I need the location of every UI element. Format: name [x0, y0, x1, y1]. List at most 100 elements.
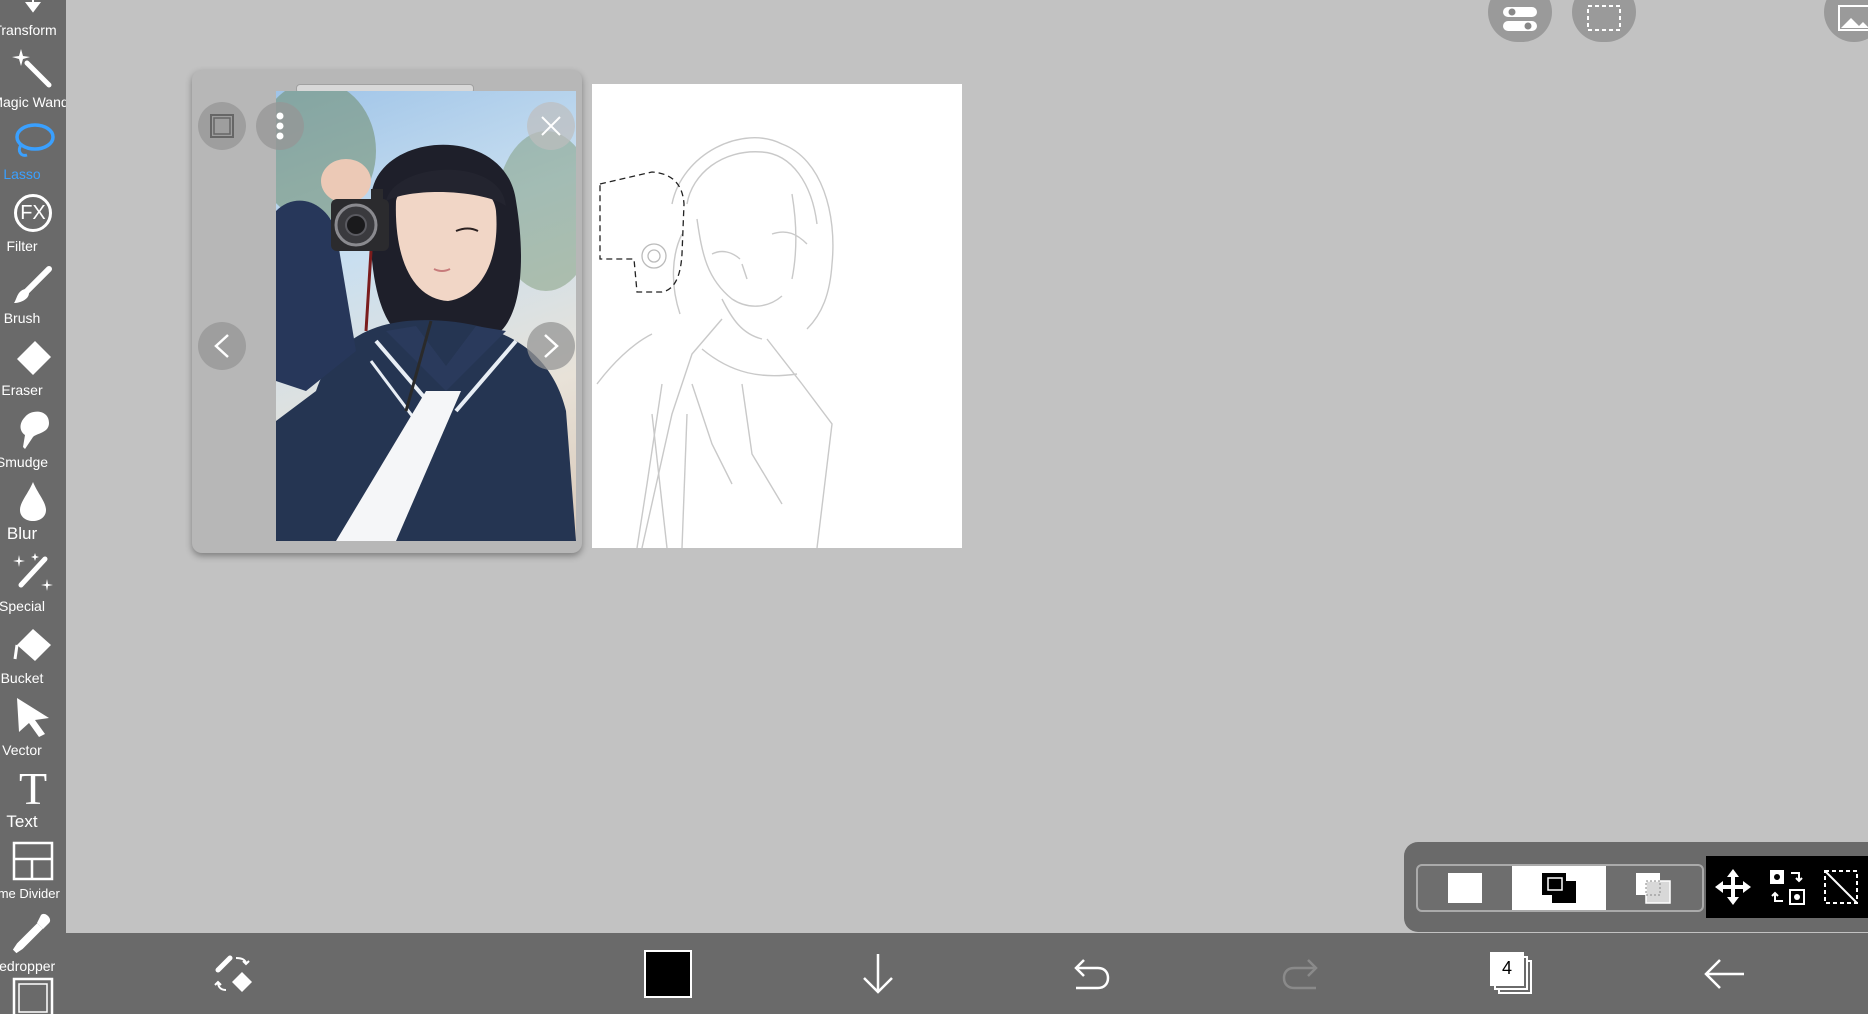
next-image-button[interactable] [527, 322, 575, 370]
toggle-icon [1503, 7, 1537, 31]
tool-magic-wand[interactable]: Magic Wand [0, 38, 66, 110]
brush-icon [9, 262, 57, 308]
back-arrow-icon [1704, 958, 1744, 989]
tool-text[interactable]: T Text [0, 758, 66, 831]
deselect-icon [1824, 870, 1858, 904]
frame-icon [210, 114, 234, 138]
frame-button[interactable] [198, 102, 246, 150]
color-picker-button[interactable] [636, 933, 700, 1014]
save-download-button[interactable] [846, 933, 910, 1014]
image-icon [1838, 5, 1868, 31]
layers-icon: 4 [1490, 951, 1534, 996]
tool-sidebar: Transform Magic Wand Lasso FX [0, 0, 66, 1014]
layers-button[interactable]: 4 [1480, 933, 1544, 1014]
arrow-down-icon [863, 953, 893, 994]
tool-label: Transform [0, 22, 57, 38]
close-reference-button[interactable] [527, 102, 575, 150]
prev-arrow-icon [214, 334, 229, 358]
new-selection-mode[interactable] [1418, 866, 1512, 910]
lasso-icon [9, 118, 57, 164]
reference-photo [276, 91, 576, 541]
tool-special[interactable]: Special [0, 542, 66, 614]
reference-image-window[interactable] [192, 70, 582, 553]
move-icon [1715, 869, 1751, 905]
layer-count: 4 [1490, 951, 1524, 986]
tool-smudge[interactable]: Smudge [0, 398, 66, 470]
prev-image-button[interactable] [198, 322, 246, 370]
selection-toggle-button[interactable] [1572, 0, 1636, 42]
frame-divider-icon [9, 838, 57, 884]
tool-label: Text [6, 812, 38, 831]
blur-drop-icon [9, 478, 57, 524]
redo-icon [1282, 958, 1318, 989]
tool-blur[interactable]: Blur [0, 470, 66, 542]
selection-actions [1706, 856, 1868, 918]
current-color-swatch [644, 949, 692, 998]
eyedropper-icon [9, 910, 57, 956]
subtract-selection-mode[interactable] [1606, 866, 1700, 910]
smudge-icon [9, 406, 57, 452]
tool-canvas[interactable] [0, 974, 66, 1014]
tool-label: Eyedropper [0, 958, 56, 974]
tool-label: Vector [2, 742, 42, 758]
tool-label: Special [0, 598, 45, 614]
selection-panel [1404, 842, 1868, 932]
fx-filter-icon: FX [9, 190, 57, 236]
tool-label: Frame Divider [0, 886, 60, 901]
magic-wand-icon [9, 46, 57, 92]
fx-glyph: FX [14, 194, 52, 232]
next-arrow-icon [544, 334, 559, 358]
dashed-selection-icon [1587, 5, 1621, 31]
close-icon [541, 116, 561, 136]
brush-eraser-swap-icon [214, 955, 252, 992]
tool-brush[interactable]: Brush [0, 254, 66, 326]
deselect-button[interactable] [1814, 856, 1868, 918]
add-selection-icon [1542, 873, 1576, 903]
lasso-selection-outline [599, 171, 685, 293]
text-glyph: T [18, 763, 48, 814]
reference-image-button[interactable] [1824, 0, 1868, 42]
tool-lasso[interactable]: Lasso [0, 110, 66, 182]
special-icon [9, 550, 57, 596]
tool-transform[interactable]: Transform [0, 0, 66, 38]
quick-switch-button[interactable] [202, 933, 266, 1014]
tool-vector[interactable]: Vector [0, 686, 66, 758]
bucket-icon [9, 622, 57, 668]
tool-label: Brush [3, 310, 41, 326]
tool-label: Bucket [0, 670, 44, 686]
transform-selection-icon [1770, 870, 1805, 905]
tool-label: Filter [6, 238, 38, 254]
tool-eyedropper[interactable]: Eyedropper [0, 902, 66, 974]
eraser-icon [9, 334, 57, 380]
move-selection-button[interactable] [1706, 856, 1760, 918]
tool-label: Magic Wand [0, 94, 66, 110]
text-icon: T [9, 766, 57, 812]
more-options-button[interactable] [256, 102, 304, 150]
tool-bucket[interactable]: Bucket [0, 614, 66, 686]
transform-icon [9, 0, 57, 20]
more-vertical-icon [276, 112, 284, 140]
tool-label: Lasso [3, 166, 41, 182]
tool-label: Eraser [1, 382, 43, 398]
drawing-canvas[interactable] [592, 84, 962, 548]
tool-frame-divider[interactable]: Frame Divider [0, 830, 66, 902]
undo-icon [1074, 958, 1110, 989]
tool-label: Smudge [0, 454, 49, 470]
tool-label: Blur [6, 524, 38, 543]
selection-mode-group [1416, 864, 1704, 912]
app-window: Transform Magic Wand Lasso FX [0, 0, 1868, 1014]
canvas-icon [9, 974, 57, 1014]
toggle-settings-button[interactable] [1488, 0, 1552, 42]
add-selection-mode[interactable] [1512, 866, 1606, 910]
vector-arrow-icon [9, 694, 57, 740]
subtract-selection-icon [1636, 873, 1671, 904]
tool-filter[interactable]: FX Filter [0, 182, 66, 254]
tool-eraser[interactable]: Eraser [0, 326, 66, 398]
sketch-drawing [596, 137, 834, 548]
bottom-toolbar: 4 [66, 933, 1868, 1014]
undo-button[interactable] [1058, 933, 1122, 1014]
back-button[interactable] [1692, 933, 1756, 1014]
transform-selection-button[interactable] [1760, 856, 1814, 918]
new-selection-icon [1448, 873, 1482, 903]
redo-button[interactable] [1270, 933, 1334, 1014]
